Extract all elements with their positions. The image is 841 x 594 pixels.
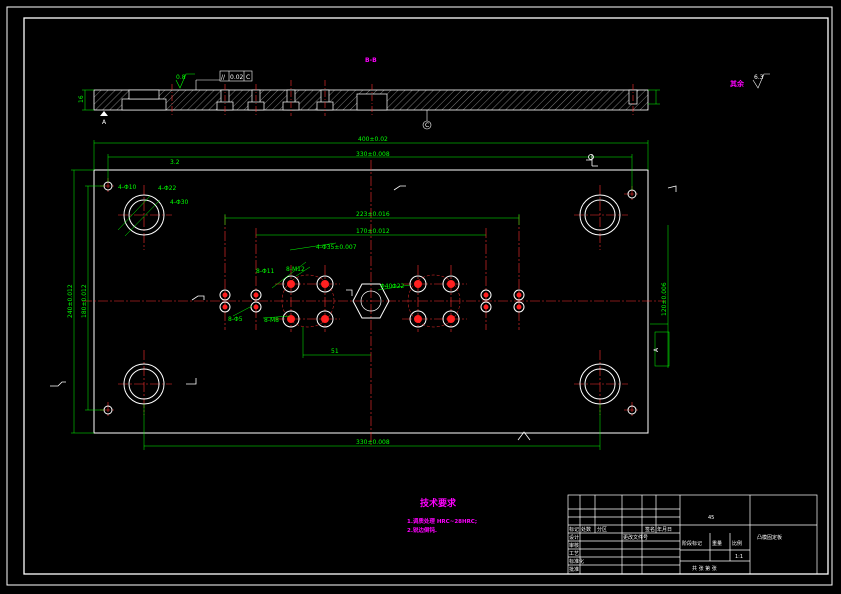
svg-text:年月日: 年月日: [657, 526, 672, 533]
dim-dia-center: Φ40: [380, 283, 393, 290]
svg-text:标准化: 标准化: [569, 558, 584, 565]
svg-text:标记: 标记: [569, 526, 579, 533]
svg-text:重量: 重量: [712, 540, 722, 547]
section-pocket: [121, 98, 167, 111]
dim-right-v: 120±0.006: [661, 282, 668, 316]
section-thickness: 16: [78, 95, 85, 103]
tolerance-datum: C: [246, 74, 250, 81]
svg-text:阶段标记: 阶段标记: [682, 540, 702, 547]
tolerance-value: 0.02: [230, 74, 244, 81]
dim-hole-span-v: 180±0.012: [81, 284, 88, 318]
dim-dia-22-corner: 4-Φ22: [158, 185, 177, 192]
tech-req-item-2: 2.锐边倒钝.: [407, 526, 437, 534]
svg-text:分区: 分区: [597, 526, 607, 533]
title-footer: 共 张 第 张: [692, 565, 717, 572]
svg-text:设计: 设计: [569, 534, 579, 541]
section-pocket: [128, 89, 160, 100]
plan-view: 400±0.02 330±0.008 223±0.016 170±0.012 3…: [50, 136, 677, 450]
section-roughness: 0.8: [176, 74, 186, 81]
section-title: B-B: [365, 57, 377, 64]
dim-dia-35: 4-Φ35±0.007: [316, 244, 357, 251]
title-scale: 1:1: [735, 554, 743, 560]
dim-dia-10: 4-Φ10: [118, 184, 137, 191]
svg-text:批准: 批准: [569, 566, 579, 573]
section-view: B-B 16 0.8 // 0.02 C A C: [78, 57, 660, 130]
dim-roughness-small: 3.2: [170, 159, 180, 166]
svg-text:审核: 审核: [569, 542, 579, 549]
svg-text:处数: 处数: [581, 526, 591, 533]
dim-inner-span-2: 170±0.012: [356, 228, 390, 235]
cad-drawing: B-B 16 0.8 // 0.02 C A C 其余 6.3 400±0.02…: [6, 6, 833, 586]
tolerance-symbol: //: [221, 74, 226, 81]
title-material: 45: [708, 515, 714, 521]
svg-text:更改文件号: 更改文件号: [623, 534, 648, 541]
dim-hole-span-top: 330±0.008: [356, 151, 390, 158]
dim-dia-22-right: Φ22: [392, 283, 405, 290]
dim-inner-span-1: 223±0.016: [356, 211, 390, 218]
title-part-name: 凸模固定板: [757, 534, 782, 541]
dim-overall-width: 400±0.02: [358, 136, 388, 143]
tech-req-title: 技术要求: [420, 497, 457, 509]
tech-requirements: 技术要求 1.调质处理 HRC~28HRC; 2.锐边倒钝.: [407, 497, 477, 534]
svg-text:比例: 比例: [732, 540, 742, 547]
dim-dia-5: 8-Φ5: [228, 316, 243, 323]
datum-a: A: [102, 119, 107, 126]
svg-text:工艺: 工艺: [569, 551, 579, 557]
dim-offset-51: 51: [331, 348, 339, 355]
roughness-other-label: 其余: [730, 79, 745, 88]
dim-view-a: A: [653, 347, 660, 352]
datum-c: C: [425, 122, 429, 129]
section-marks: [50, 154, 677, 441]
svg-text:签名: 签名: [645, 526, 655, 533]
dim-hole-span-bottom: 330±0.008: [356, 439, 390, 446]
dim-dia-30: 4-Φ30: [170, 199, 189, 206]
dim-m12: 8-Φ11: [256, 268, 275, 275]
dim-m8: 8-M8: [264, 317, 279, 324]
dim-m10: 8-M12: [286, 266, 305, 273]
dim-overall-height: 240±0.012: [67, 284, 74, 318]
tech-req-item-1: 1.调质处理 HRC~28HRC;: [407, 517, 477, 525]
roughness-other-value: 6.3: [754, 74, 764, 81]
